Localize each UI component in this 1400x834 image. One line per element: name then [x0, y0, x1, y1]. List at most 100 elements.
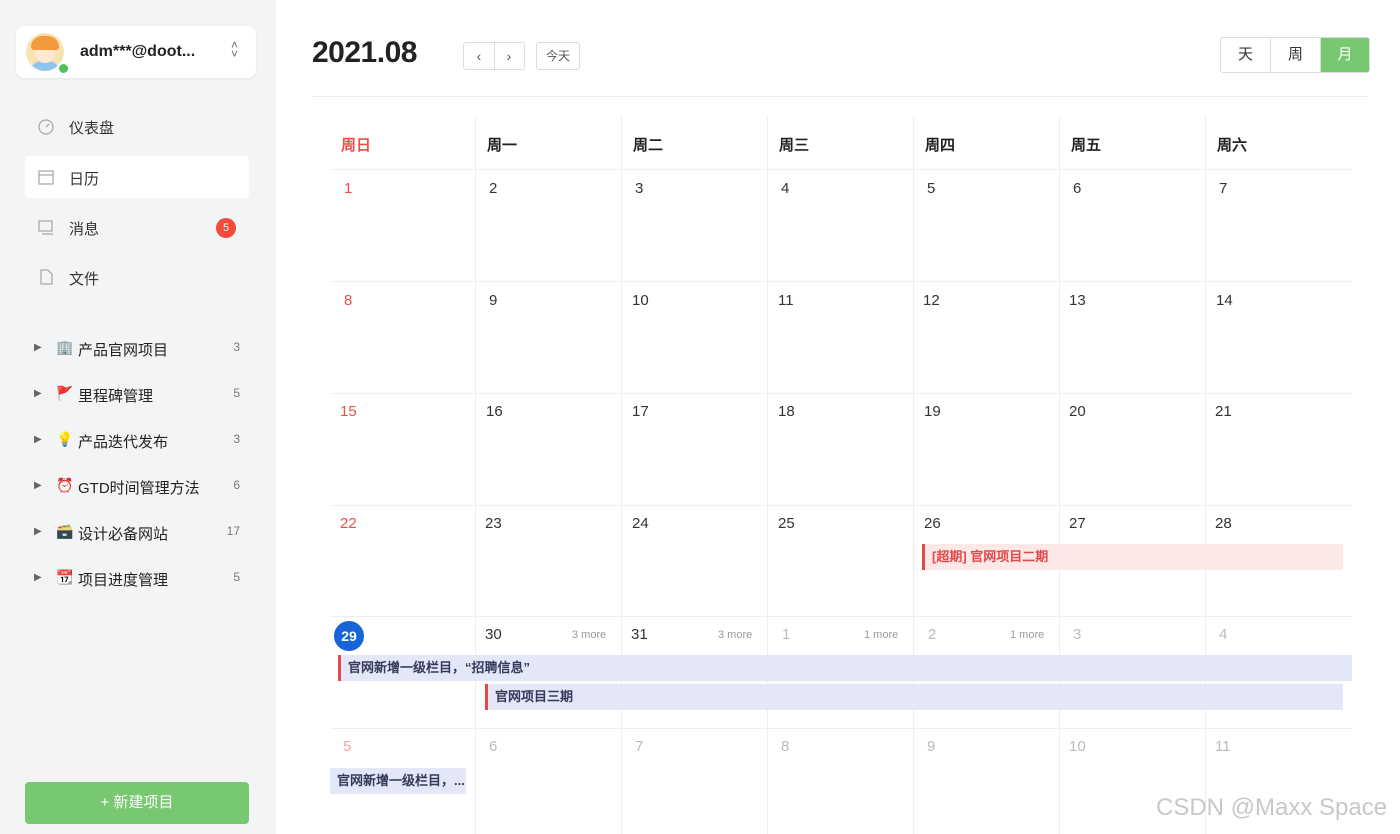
expand-triangle-icon[interactable]: ▶	[34, 388, 42, 399]
nav-item-files[interactable]: 文件	[25, 256, 249, 298]
project-count: 5	[233, 386, 240, 400]
day-cell-date[interactable]: 9	[927, 738, 935, 755]
day-cell-date[interactable]: 5	[927, 180, 935, 197]
day-cell-date[interactable]: 26	[924, 515, 941, 532]
more-events-link[interactable]: 1 more	[864, 629, 898, 641]
project-label: 产品迭代发布	[78, 434, 169, 451]
day-cell-date[interactable]: 19	[924, 403, 941, 420]
grid-line	[330, 728, 1352, 729]
event-phase3[interactable]: 官网项目三期	[485, 684, 1343, 710]
day-cell-date[interactable]: 4	[1219, 626, 1227, 643]
project-label: 设计必备网站	[78, 526, 169, 543]
grid-line	[330, 169, 1352, 170]
project-item[interactable]: ▶ 📆 项目进度管理 5	[34, 567, 244, 591]
day-cell-date[interactable]: 23	[485, 515, 502, 532]
grid-line	[330, 505, 1352, 506]
day-cell-date[interactable]: 15	[340, 403, 357, 420]
day-cell-date[interactable]: 18	[778, 403, 795, 420]
card-box-icon: 🗃️	[56, 523, 74, 539]
day-cell-date[interactable]: 25	[778, 515, 795, 532]
online-status-dot	[57, 62, 70, 75]
calendar-icon	[37, 168, 55, 186]
today-date-marker[interactable]: 29	[334, 621, 364, 651]
day-cell-date[interactable]: 6	[489, 738, 497, 755]
message-icon	[37, 218, 55, 236]
account-switcher[interactable]: adm***@doot... ˄ ˅	[16, 26, 256, 78]
day-cell-date[interactable]: 27	[1069, 515, 1086, 532]
day-cell-date[interactable]: 4	[781, 180, 789, 197]
event-recruit-continued[interactable]: 官网新增一级栏目，...	[330, 768, 466, 794]
project-item[interactable]: ▶ 🏢 产品官网项目 3	[34, 337, 244, 361]
nav-item-messages[interactable]: 消息 5	[25, 206, 249, 248]
day-cell-date[interactable]: 6	[1073, 180, 1081, 197]
day-cell-date[interactable]: 11	[778, 292, 794, 309]
day-cell-date[interactable]: 20	[1069, 403, 1086, 420]
nav-item-calendar[interactable]: 日历	[25, 156, 249, 198]
nav-item-dashboard[interactable]: 仪表盘	[25, 105, 249, 147]
day-cell-date[interactable]: 13	[1069, 292, 1086, 309]
chevron-up-down-icon[interactable]: ˄ ˅	[231, 39, 238, 60]
more-events-link[interactable]: 3 more	[572, 629, 606, 641]
building-icon: 🏢	[56, 339, 74, 355]
prev-month-button[interactable]: ‹	[464, 43, 495, 69]
more-events-link[interactable]: 1 more	[1010, 629, 1044, 641]
view-week-button[interactable]: 周	[1271, 38, 1321, 72]
expand-triangle-icon[interactable]: ▶	[34, 572, 42, 583]
project-item[interactable]: ▶ 🚩 里程碑管理 5	[34, 383, 244, 407]
expand-triangle-icon[interactable]: ▶	[34, 342, 42, 353]
next-month-button[interactable]: ›	[494, 43, 524, 69]
day-cell-date[interactable]: 8	[781, 738, 789, 755]
project-item[interactable]: ▶ ⏰ GTD时间管理方法 6	[34, 475, 244, 499]
expand-triangle-icon[interactable]: ▶	[34, 480, 42, 491]
day-cell-date[interactable]: 8	[344, 292, 352, 309]
day-cell-date[interactable]: 12	[923, 292, 940, 309]
day-cell-date[interactable]: 10	[632, 292, 649, 309]
day-cell-date[interactable]: 17	[632, 403, 649, 420]
project-item[interactable]: ▶ 💡 产品迭代发布 3	[34, 429, 244, 453]
day-cell-date[interactable]: 1	[344, 180, 352, 197]
expand-triangle-icon[interactable]: ▶	[34, 434, 42, 445]
day-cell-date[interactable]: 5	[343, 738, 351, 755]
expand-triangle-icon[interactable]: ▶	[34, 526, 42, 537]
day-cell-date[interactable]: 10	[1069, 738, 1086, 755]
event-overdue-phase2[interactable]: [超期] 官网项目二期	[922, 544, 1343, 570]
weekday-thu: 周四	[925, 137, 956, 154]
day-cell-date[interactable]: 16	[486, 403, 503, 420]
day-cell-date[interactable]: 21	[1215, 403, 1232, 420]
day-cell-date[interactable]: 1	[782, 626, 790, 643]
day-cell-date[interactable]: 11	[1215, 738, 1231, 755]
day-cell-date[interactable]: 7	[635, 738, 643, 755]
dashboard-icon	[37, 117, 55, 135]
day-cell-date[interactable]: 31	[631, 626, 648, 643]
day-cell-date[interactable]: 3	[1073, 626, 1081, 643]
day-cell-date[interactable]: 14	[1216, 292, 1233, 309]
file-icon	[37, 268, 55, 286]
new-project-button[interactable]: + 新建项目	[25, 782, 249, 824]
flag-icon: 🚩	[56, 385, 74, 401]
day-cell-date[interactable]: 2	[928, 626, 936, 643]
day-cell-date[interactable]: 3	[635, 180, 643, 197]
lightbulb-icon: 💡	[56, 431, 74, 447]
day-cell-date[interactable]: 9	[489, 292, 497, 309]
project-count: 17	[226, 524, 240, 538]
watermark: CSDN @Maxx Space	[1156, 794, 1388, 821]
day-cell-date[interactable]: 30	[485, 626, 502, 643]
day-cell-date[interactable]: 7	[1219, 180, 1227, 197]
day-cell-date[interactable]: 28	[1215, 515, 1232, 532]
weekday-sun: 周日	[341, 137, 372, 154]
today-button[interactable]: 今天	[536, 42, 580, 70]
nav-label-files: 文件	[69, 271, 100, 288]
grid-line	[767, 116, 768, 834]
more-events-link[interactable]: 3 more	[718, 629, 752, 641]
grid-line	[330, 616, 1352, 617]
view-month-button[interactable]: 月	[1321, 38, 1369, 72]
grid-line	[621, 116, 622, 834]
view-switch: 天 周 月	[1220, 37, 1370, 73]
event-recruit-column[interactable]: 官网新增一级栏目，“招聘信息”	[338, 655, 1352, 681]
day-cell-date[interactable]: 2	[489, 180, 497, 197]
account-name: adm***@doot...	[80, 43, 196, 60]
project-item[interactable]: ▶ 🗃️ 设计必备网站 17	[34, 521, 244, 545]
view-day-button[interactable]: 天	[1221, 38, 1271, 72]
day-cell-date[interactable]: 24	[632, 515, 649, 532]
day-cell-date[interactable]: 22	[340, 515, 357, 532]
